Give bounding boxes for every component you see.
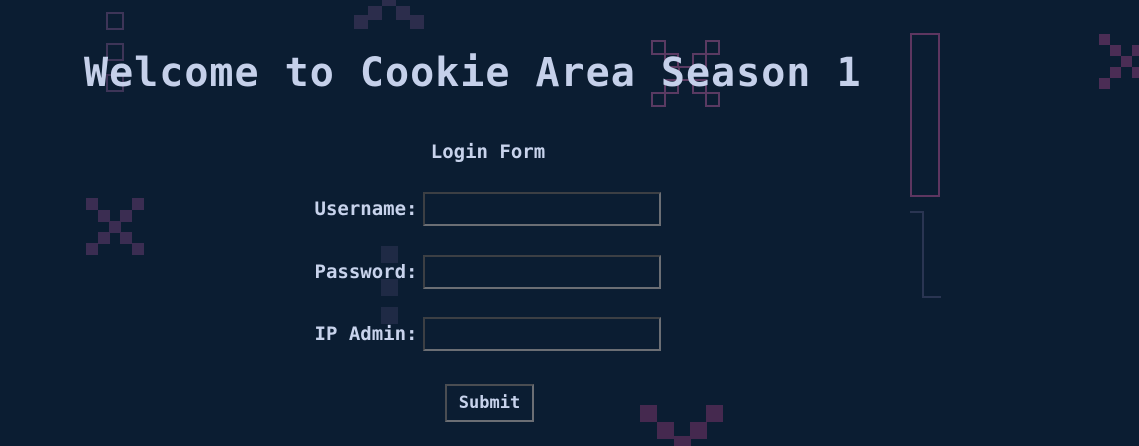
solid-v-decoration-bottom <box>640 405 723 446</box>
ip-admin-label: IP Admin: <box>314 323 418 345</box>
outline-bar-decoration <box>910 33 940 197</box>
password-input[interactable] <box>423 255 662 289</box>
username-input[interactable] <box>423 192 662 226</box>
form-heading: Login Form <box>430 141 546 163</box>
ip-admin-row: IP Admin: <box>0 317 976 351</box>
username-row: Username: <box>0 192 976 226</box>
submit-button[interactable]: Submit <box>445 384 534 422</box>
password-row: Password: <box>0 255 976 289</box>
username-label: Username: <box>314 198 418 220</box>
password-label: Password: <box>314 261 418 283</box>
solid-x-decoration-right <box>1099 34 1139 89</box>
pixel-arrow-decoration <box>354 0 424 29</box>
page-title: Welcome to Cookie Area Season 1 <box>84 50 862 96</box>
ip-admin-input[interactable] <box>423 317 662 351</box>
